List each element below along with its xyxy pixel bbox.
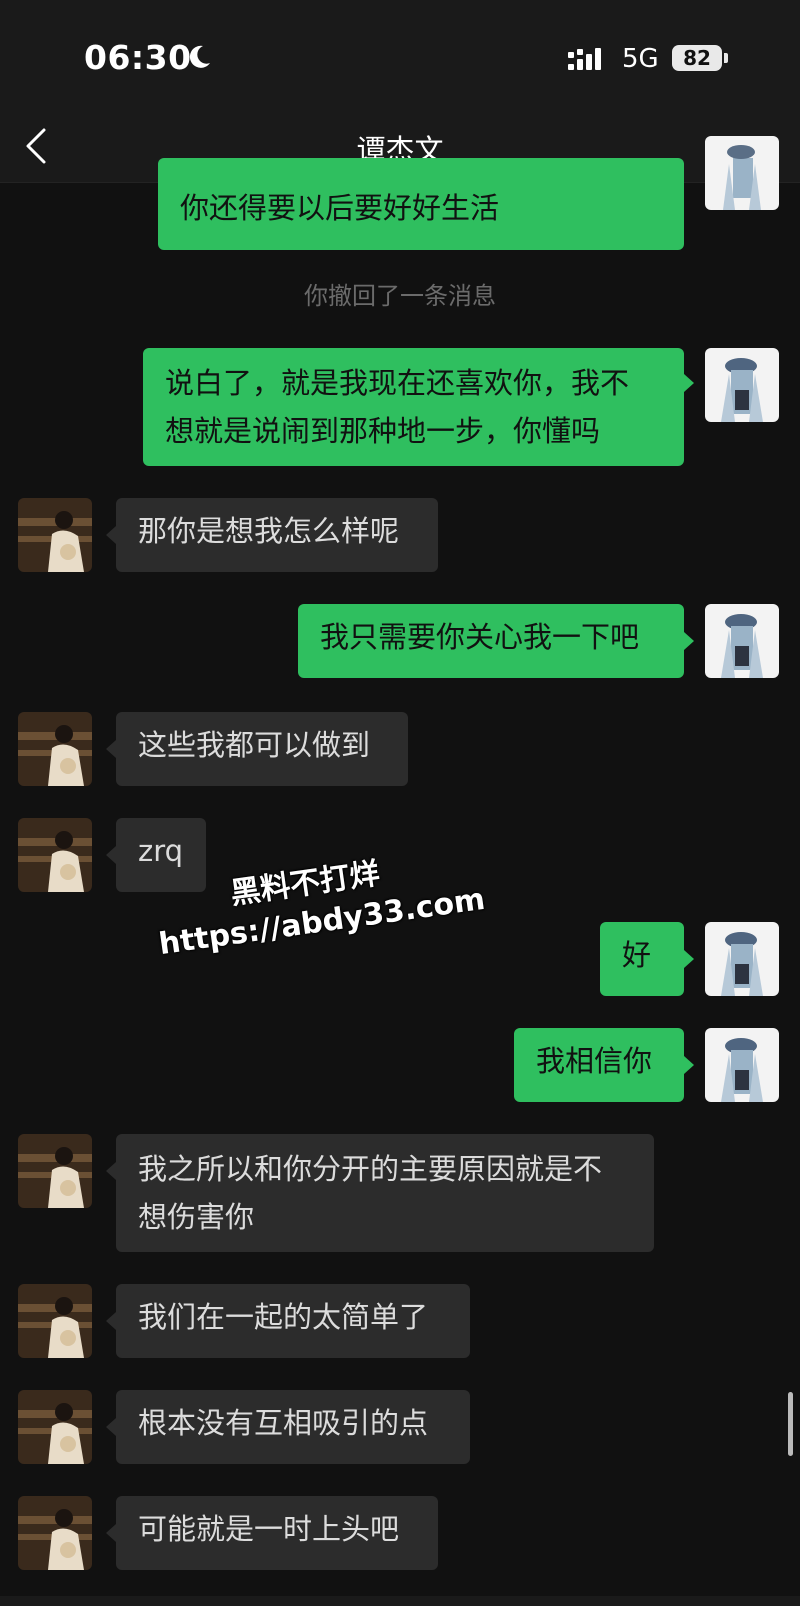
avatar-contact[interactable] xyxy=(18,1496,92,1570)
avatar-contact-image xyxy=(18,1496,92,1570)
bubble-tail xyxy=(684,374,694,392)
system-note-recalled: 你撤回了一条消息 xyxy=(304,282,496,310)
moon-icon xyxy=(189,45,210,68)
bubble-tail xyxy=(106,1524,116,1542)
avatar-self-image xyxy=(705,136,779,210)
avatar-contact[interactable] xyxy=(18,818,92,892)
status-bar: 06:30 5G 82 xyxy=(0,0,800,110)
message-bubble-received[interactable]: 我之所以和你分开的主要原因就是不 想伤害你 xyxy=(116,1134,654,1252)
bubble-tail xyxy=(106,1418,116,1436)
message-bubble-sent[interactable]: 说白了，就是我现在还喜欢你，我不 想就是说闹到那种地一步，你懂吗 xyxy=(143,348,684,466)
bubble-tail xyxy=(106,740,116,758)
bottom-edge xyxy=(0,1596,800,1606)
message-bubble-sent[interactable]: 好 xyxy=(600,922,684,996)
chat-screen: 06:30 5G 82 谭杰文 你还得要以后要好好生活 你撤回了一条消息 说白了… xyxy=(0,0,800,1606)
avatar-self[interactable] xyxy=(705,136,779,210)
avatar-contact-image xyxy=(18,1390,92,1464)
avatar-self-image xyxy=(705,1028,779,1102)
avatar-contact-image xyxy=(18,498,92,572)
bubble-tail xyxy=(684,632,694,650)
signal-icon xyxy=(568,48,601,70)
bubble-tail xyxy=(106,1162,116,1180)
message-bubble-received[interactable]: 可能就是一时上头吧 xyxy=(116,1496,438,1570)
avatar-self[interactable] xyxy=(705,604,779,678)
message-bubble-received[interactable]: 根本没有互相吸引的点 xyxy=(116,1390,470,1464)
message-bubble-sent[interactable]: 你还得要以后要好好生活 xyxy=(158,158,684,250)
avatar-contact-image xyxy=(18,1134,92,1208)
avatar-self-image xyxy=(705,348,779,422)
avatar-contact-image xyxy=(18,712,92,786)
avatar-self[interactable] xyxy=(705,1028,779,1102)
avatar-contact[interactable] xyxy=(18,1134,92,1208)
avatar-self[interactable] xyxy=(705,922,779,996)
message-bubble-sent[interactable]: 我相信你 xyxy=(514,1028,684,1102)
avatar-self-image xyxy=(705,604,779,678)
battery-indicator: 82 xyxy=(672,45,722,71)
avatar-contact[interactable] xyxy=(18,712,92,786)
battery-tip xyxy=(724,53,728,63)
bubble-tail xyxy=(106,1312,116,1330)
status-time: 06:30 xyxy=(84,38,192,77)
avatar-contact[interactable] xyxy=(18,1390,92,1464)
avatar-contact[interactable] xyxy=(18,1284,92,1358)
message-bubble-received[interactable]: 我们在一起的太简单了 xyxy=(116,1284,470,1358)
avatar-self-image xyxy=(705,922,779,996)
message-bubble-sent[interactable]: 我只需要你关心我一下吧 xyxy=(298,604,684,678)
network-label: 5G xyxy=(622,44,659,74)
scrollbar[interactable] xyxy=(788,1392,793,1456)
avatar-contact[interactable] xyxy=(18,498,92,572)
bubble-tail xyxy=(106,846,116,864)
message-bubble-received[interactable]: 这些我都可以做到 xyxy=(116,712,408,786)
bubble-tail xyxy=(684,1056,694,1074)
bubble-tail xyxy=(684,950,694,968)
message-bubble-received[interactable]: 那你是想我怎么样呢 xyxy=(116,498,438,572)
bubble-tail xyxy=(106,526,116,544)
avatar-contact-image xyxy=(18,1284,92,1358)
avatar-contact-image xyxy=(18,818,92,892)
avatar-self[interactable] xyxy=(705,348,779,422)
